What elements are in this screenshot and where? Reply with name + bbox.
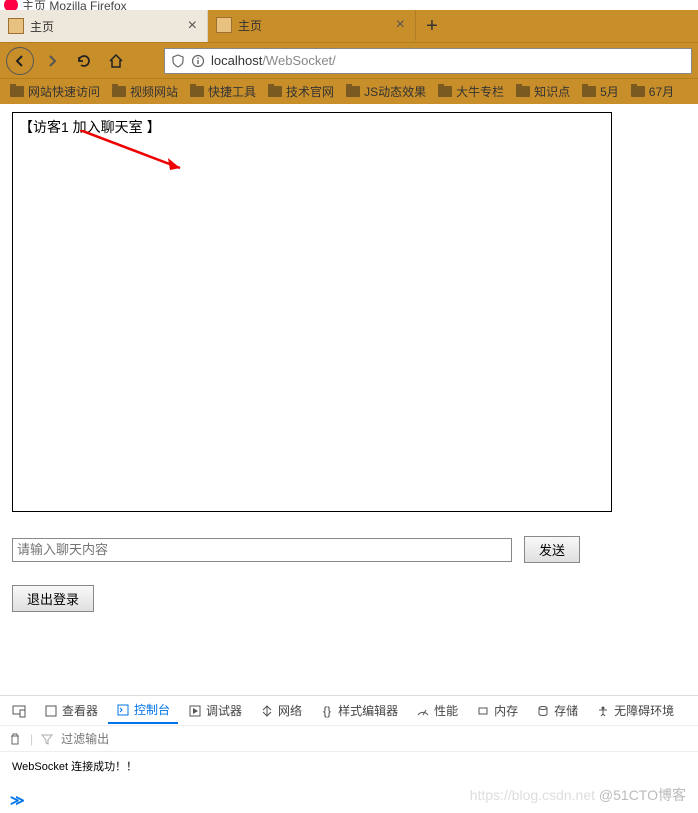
tab-debugger[interactable]: 调试器 xyxy=(180,698,250,723)
tab-console[interactable]: 控制台 xyxy=(108,697,178,724)
tab-favicon xyxy=(8,18,24,34)
folder-icon xyxy=(582,86,596,97)
url-path: /WebSocket/ xyxy=(262,53,335,68)
url-bar[interactable]: localhost/WebSocket/ xyxy=(164,48,692,74)
tab-storage[interactable]: 存储 xyxy=(528,698,586,723)
shield-icon xyxy=(171,54,185,68)
devtools-tabs: 查看器 控制台 调试器 网络 {}样式编辑器 性能 内存 存储 无障碍环境 xyxy=(0,696,698,726)
bookmark-item[interactable]: 5月 xyxy=(578,81,623,102)
tab-favicon xyxy=(216,17,232,33)
bookmark-item[interactable]: 视频网站 xyxy=(108,81,182,102)
close-icon[interactable]: × xyxy=(186,17,199,35)
console-output: WebSocket 连接成功！！ xyxy=(0,752,698,788)
folder-icon xyxy=(268,86,282,97)
logout-button[interactable]: 退出登录 xyxy=(12,585,94,612)
bookmark-item[interactable]: 网站快速访问 xyxy=(6,81,104,102)
console-icon xyxy=(116,703,130,717)
responsive-button[interactable] xyxy=(4,700,34,722)
bookmark-item[interactable]: 技术官网 xyxy=(264,81,338,102)
storage-icon xyxy=(536,704,550,718)
nav-toolbar: localhost/WebSocket/ xyxy=(0,42,698,78)
bookmark-item[interactable]: 知识点 xyxy=(512,81,574,102)
devtools-filter-row: | xyxy=(0,726,698,752)
folder-icon xyxy=(631,86,645,97)
tab-style[interactable]: {}样式编辑器 xyxy=(312,698,406,723)
watermark: https://blog.csdn.net @51CTO博客 xyxy=(470,785,686,805)
url-host: localhost xyxy=(211,53,262,68)
memory-icon xyxy=(476,704,490,718)
bookmark-item[interactable]: 大牛专栏 xyxy=(434,81,508,102)
folder-icon xyxy=(346,86,360,97)
chat-input[interactable] xyxy=(12,538,512,562)
browser-tab-1[interactable]: 主页 × xyxy=(208,10,416,42)
network-icon xyxy=(260,704,274,718)
console-log-line: WebSocket 连接成功！！ xyxy=(12,761,137,773)
performance-icon xyxy=(416,704,430,718)
folder-icon xyxy=(516,86,530,97)
folder-icon xyxy=(112,86,126,97)
bookmark-item[interactable]: 67月 xyxy=(627,81,678,102)
bookmark-item[interactable]: JS动态效果 xyxy=(342,81,430,102)
browser-tab-0[interactable]: 主页 × xyxy=(0,10,208,42)
tab-accessibility[interactable]: 无障碍环境 xyxy=(588,698,682,723)
folder-icon xyxy=(10,86,24,97)
tab-label: 主页 xyxy=(30,18,186,35)
inspector-icon xyxy=(44,704,58,718)
tab-network[interactable]: 网络 xyxy=(252,698,310,723)
tab-memory[interactable]: 内存 xyxy=(468,698,526,723)
chat-log: 【访客1 加入聊天室 】 xyxy=(12,112,612,512)
chat-message: 【访客1 加入聊天室 】 xyxy=(19,117,605,137)
folder-icon xyxy=(438,86,452,97)
info-icon xyxy=(191,54,205,68)
bookmarks-bar: 网站快速访问 视频网站 快捷工具 技术官网 JS动态效果 大牛专栏 知识点 5月… xyxy=(0,78,698,104)
forward-button[interactable] xyxy=(38,47,66,75)
trash-icon[interactable] xyxy=(8,732,22,746)
accessibility-icon xyxy=(596,704,610,718)
page-content: 【访客1 加入聊天室 】 发送 退出登录 xyxy=(0,104,698,620)
send-button[interactable]: 发送 xyxy=(524,536,580,563)
tab-label: 主页 xyxy=(238,17,394,34)
home-button[interactable] xyxy=(102,47,130,75)
reload-button[interactable] xyxy=(70,47,98,75)
filter-icon xyxy=(41,733,53,745)
folder-icon xyxy=(190,86,204,97)
tab-strip: 主页 × 主页 × + xyxy=(0,10,698,42)
tab-inspector[interactable]: 查看器 xyxy=(36,698,106,723)
close-icon[interactable]: × xyxy=(394,16,407,34)
style-icon: {} xyxy=(320,704,334,718)
new-tab-button[interactable]: + xyxy=(416,10,448,42)
tab-performance[interactable]: 性能 xyxy=(408,698,466,723)
bookmark-item[interactable]: 快捷工具 xyxy=(186,81,260,102)
filter-input[interactable] xyxy=(61,732,690,746)
debugger-icon xyxy=(188,704,202,718)
back-button[interactable] xyxy=(6,47,34,75)
